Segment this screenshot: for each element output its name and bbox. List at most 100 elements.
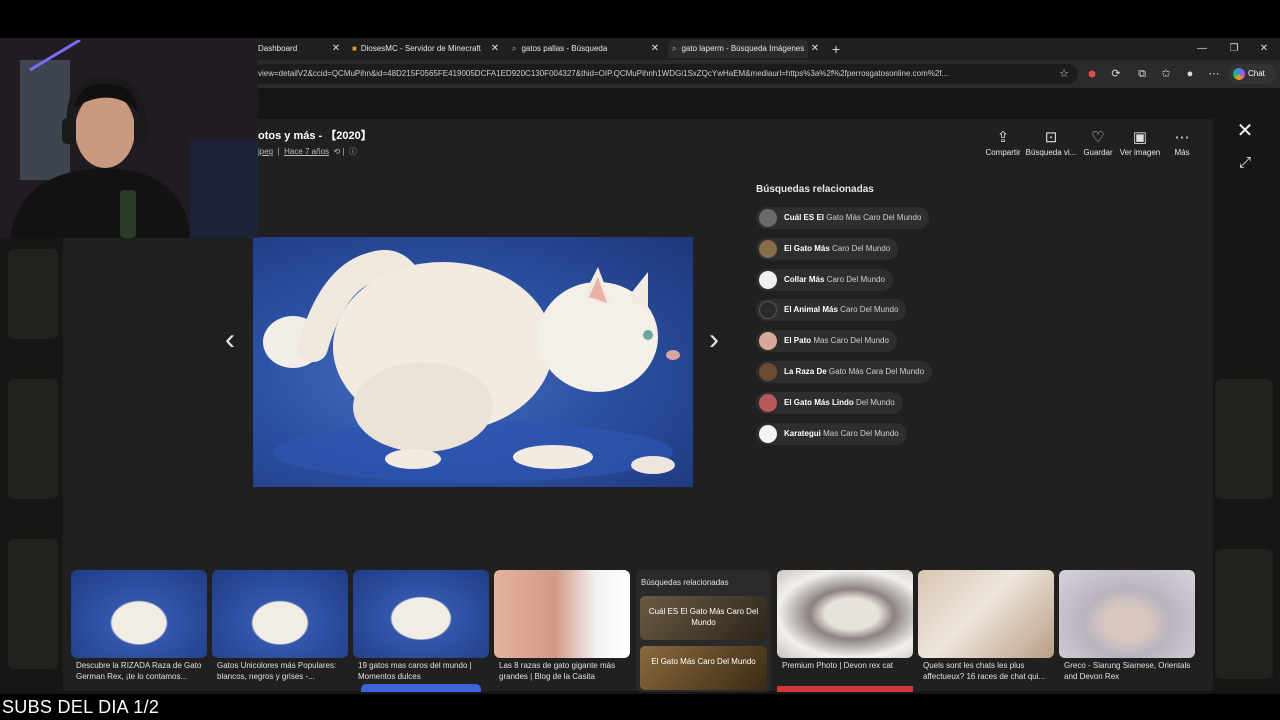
extension-abp-icon[interactable]: ⬢ bbox=[1084, 66, 1100, 82]
tab-label: gatos pallas - Búsqueda bbox=[521, 44, 608, 53]
tab-diosesmc[interactable]: ■ DiosesMC - Servidor de Minecraft bbox=[352, 40, 488, 58]
related-searches-card: Búsquedas relacionadas Cuál ES El Gato M… bbox=[636, 570, 771, 692]
thumbnail-caption: Premium Photo | Devon rex cat bbox=[782, 661, 894, 670]
thumbnail-image bbox=[1059, 570, 1195, 658]
related-search-pill[interactable]: Collar Más Caro Del Mundo bbox=[756, 269, 893, 291]
result-thumbnail[interactable]: Gatos Unicolores más Populares: blancos,… bbox=[212, 570, 348, 692]
thumbnail-caption: Quels sont les chats les plus affectueux… bbox=[923, 661, 1046, 681]
thumbnail-avatar bbox=[759, 394, 777, 412]
thumbnail-caption: 19 gatos mas caros del mundo | Momentos … bbox=[358, 661, 472, 681]
thumbnail-caption: Greco - Siarung Siamese, Orientals and D… bbox=[1064, 661, 1191, 681]
thumbnail-image bbox=[212, 570, 348, 658]
visual-search-button[interactable]: ⊡ Búsqueda vi... bbox=[1025, 128, 1077, 157]
thumbnail-caption: Descubre la RIZADA Raza de Gato German R… bbox=[76, 661, 202, 681]
restore-icon[interactable]: ❐ bbox=[1228, 40, 1240, 58]
tab-gato-laperm[interactable]: ⌕ gato laperm - Búsqueda Imágenes bbox=[668, 40, 808, 58]
image-title[interactable]: otos y más - 【2020】 bbox=[258, 127, 372, 143]
close-window-icon[interactable]: ✕ bbox=[1258, 40, 1270, 58]
related-card-title: Búsquedas relacionadas bbox=[641, 578, 729, 587]
tab-gatos-pallas[interactable]: ⌕ gatos pallas - Búsqueda bbox=[512, 40, 648, 58]
backdrop-thumb bbox=[8, 379, 58, 499]
thumbnail-image bbox=[71, 570, 207, 658]
thumbnail-caption: Gatos Unicolores más Populares: blancos,… bbox=[217, 661, 337, 681]
related-search-pill[interactable]: La Raza De Gato Más Cara Del Mundo bbox=[756, 361, 933, 383]
related-search-pill[interactable]: El Gato Más Caro Del Mundo bbox=[756, 238, 899, 260]
streamer-webcam bbox=[0, 40, 258, 238]
close-icon[interactable]: ✕ bbox=[809, 40, 821, 58]
visual-search-icon: ⊡ bbox=[1044, 129, 1058, 146]
tab-dashboard[interactable]: Dashboard bbox=[258, 40, 332, 58]
minecraft-favicon-icon: ■ bbox=[352, 44, 357, 53]
pill-bold-text: El Animal Más bbox=[784, 305, 838, 314]
url-field[interactable]: view=detailV2&ccid=QCMuPihn&id=48D215F05… bbox=[252, 64, 1078, 84]
result-thumbnail[interactable]: Las 8 razas de gato gigante más grandes … bbox=[494, 570, 630, 692]
search-icon: ⌕ bbox=[672, 44, 677, 53]
pill-bold-text: La Raza De bbox=[784, 367, 827, 376]
result-thumbnail[interactable]: Descubre la RIZADA Raza de Gato German R… bbox=[71, 570, 207, 692]
pill-text: Del Mundo bbox=[853, 398, 895, 407]
image-age[interactable]: Hace 7 años bbox=[284, 147, 329, 156]
result-thumbnail[interactable]: Premium Photo | Devon rex cat bbox=[777, 570, 913, 692]
tab-label: DiosesMC - Servidor de Minecraft bbox=[360, 44, 481, 53]
thumbnail-avatar bbox=[759, 240, 777, 258]
next-image-button[interactable]: › bbox=[702, 322, 726, 358]
more-options-icon[interactable]: ⋯ bbox=[1206, 66, 1222, 82]
pill-bold-text: El Gato Más Lindo bbox=[784, 398, 854, 407]
related-search-pill[interactable]: Cuál ES El Gato Más Caro Del Mundo bbox=[756, 207, 930, 229]
thumbnail-avatar bbox=[759, 425, 777, 443]
favorites-icon[interactable]: ✩ bbox=[1158, 66, 1174, 82]
webcam-person-illustration bbox=[0, 40, 258, 238]
share-icon: ⇪ bbox=[996, 129, 1010, 146]
main-cat-image[interactable] bbox=[253, 237, 693, 487]
refresh-extension-icon[interactable]: ⟳ bbox=[1108, 66, 1124, 82]
related-card-item[interactable]: El Gato Más Caro Del Mundo bbox=[640, 646, 767, 690]
more-button[interactable]: ⋯ Más bbox=[1156, 128, 1208, 157]
related-search-pill[interactable]: El Pato Mas Caro Del Mundo bbox=[756, 330, 897, 352]
image-format[interactable]: jpeg bbox=[258, 147, 273, 156]
result-thumbnail[interactable]: Quels sont les chats les plus affectueux… bbox=[918, 570, 1054, 692]
stream-overlay-text: SUBS DEL DIA 1/2 bbox=[2, 697, 160, 717]
thumbnail-image-peek bbox=[777, 686, 913, 692]
backdrop-thumb bbox=[1215, 549, 1273, 679]
thumbnail-image bbox=[918, 570, 1054, 658]
close-viewer-icon[interactable]: ✕ bbox=[1234, 120, 1256, 142]
result-thumbnail[interactable]: 19 gatos mas caros del mundo | Momentos … bbox=[353, 570, 489, 692]
related-search-pill[interactable]: El Gato Más Lindo Del Mundo bbox=[756, 392, 903, 414]
expand-icon[interactable]: ⤢ bbox=[1234, 152, 1256, 174]
related-search-pill[interactable]: El Animal Más Caro Del Mundo bbox=[756, 299, 907, 321]
thumbnail-avatar bbox=[759, 271, 777, 289]
pill-bold-text: Karategui bbox=[784, 429, 821, 438]
thumbnail-image bbox=[777, 570, 913, 658]
thumbnail-image bbox=[353, 570, 489, 658]
favorite-star-icon[interactable]: ☆ bbox=[1056, 66, 1072, 82]
close-icon[interactable]: ✕ bbox=[489, 40, 501, 58]
action-label: Más bbox=[1174, 148, 1190, 157]
thumbnail-image-peek bbox=[361, 684, 481, 692]
pill-text: Caro Del Mundo bbox=[837, 305, 899, 314]
copilot-chat-button[interactable]: Chat bbox=[1228, 64, 1276, 84]
related-card-item[interactable]: Cuál ES El Gato Más Caro Del Mundo bbox=[640, 596, 767, 640]
search-icon: ⌕ bbox=[512, 44, 517, 53]
thumbnail-avatar bbox=[759, 301, 777, 319]
share-button[interactable]: ⇪ Compartir bbox=[977, 128, 1029, 157]
minimize-icon[interactable]: — bbox=[1196, 40, 1208, 58]
pill-bold-text: Collar Más bbox=[784, 275, 825, 284]
profile-avatar-icon[interactable]: ● bbox=[1182, 66, 1198, 82]
new-tab-button[interactable]: + bbox=[830, 40, 842, 58]
pill-text: Gato Más Cara Del Mundo bbox=[826, 367, 925, 376]
backdrop-thumb bbox=[1215, 379, 1273, 499]
pill-text: Caro Del Mundo bbox=[824, 275, 885, 284]
close-icon[interactable]: ✕ bbox=[330, 40, 342, 58]
related-search-pill[interactable]: Karategui Mas Caro Del Mundo bbox=[756, 423, 907, 445]
result-thumbnail[interactable]: Greco - Siarung Siamese, Orientals and D… bbox=[1059, 570, 1195, 692]
previous-image-button[interactable]: ‹ bbox=[218, 322, 242, 358]
action-label: Compartir bbox=[985, 148, 1021, 157]
thumbnail-avatar bbox=[759, 363, 777, 381]
tab-label: gato laperm - Búsqueda Imágenes bbox=[681, 44, 805, 53]
close-icon[interactable]: ✕ bbox=[649, 40, 661, 58]
backdrop-thumb bbox=[8, 249, 58, 339]
split-screen-icon[interactable]: ⧉ bbox=[1134, 66, 1150, 82]
backdrop-thumb bbox=[8, 539, 58, 669]
pill-text: Caro Del Mundo bbox=[829, 244, 891, 253]
pill-text: Mas Caro Del Mundo bbox=[811, 336, 889, 345]
